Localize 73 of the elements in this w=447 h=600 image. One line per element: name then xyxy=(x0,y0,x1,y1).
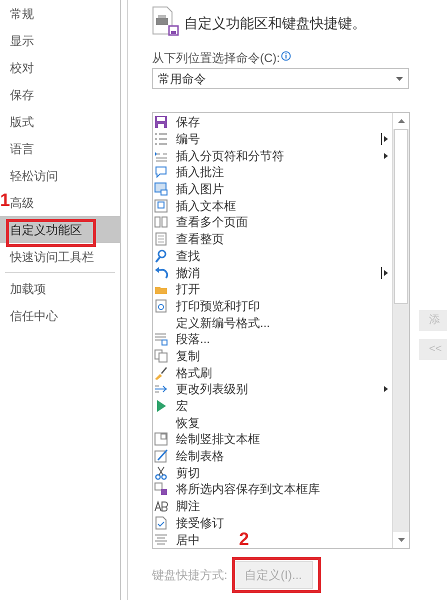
step-number: 1 xyxy=(0,191,10,209)
command-item[interactable]: 将所选内容保存到文本框库 xyxy=(176,480,320,498)
command-icon xyxy=(154,248,168,263)
section-title: 自定义功能区和键盘快捷键。 xyxy=(184,14,366,32)
command-item[interactable]: 打印预览和打印 xyxy=(176,296,260,315)
command-icon xyxy=(154,432,168,446)
split-submenu-arrow-icon xyxy=(381,266,388,279)
sidebar-item[interactable]: 高级 xyxy=(10,189,34,216)
sidebar-item[interactable]: 常规 xyxy=(10,0,34,27)
command-item[interactable]: 插入文本框 xyxy=(176,196,236,215)
command-source-dropdown[interactable]: 常用命令 xyxy=(152,68,409,89)
command-icon xyxy=(154,182,168,196)
command-icon xyxy=(154,232,168,246)
command-item[interactable]: 宏 xyxy=(176,397,188,416)
command-icon xyxy=(154,332,168,346)
command-item[interactable]: 段落... xyxy=(176,330,210,348)
command-icon xyxy=(154,499,168,514)
command-item[interactable]: 插入图片 xyxy=(176,180,224,198)
command-item[interactable]: 打开 xyxy=(176,280,200,298)
command-item[interactable]: 绘制表格 xyxy=(176,447,224,466)
sidebar-item[interactable]: 语言 xyxy=(10,135,34,162)
command-item[interactable]: 剪切 xyxy=(176,464,200,482)
sidebar-item[interactable]: 快速访问工具栏 xyxy=(10,243,94,270)
step-number: 2 xyxy=(239,530,250,548)
command-icon xyxy=(154,466,168,480)
command-item[interactable]: 脚注 xyxy=(176,497,200,516)
scroll-thumb[interactable] xyxy=(394,129,408,304)
command-item[interactable]: 查看多个页面 xyxy=(176,213,248,232)
command-item[interactable]: 恢复 xyxy=(176,414,200,432)
command-item[interactable]: 居中 xyxy=(176,530,200,548)
split-submenu-arrow-icon xyxy=(381,133,388,146)
sidebar-item[interactable]: 信任中心 xyxy=(10,302,58,329)
command-icon xyxy=(154,266,168,280)
sidebar-item[interactable]: 版式 xyxy=(10,108,34,135)
field-label: 从下列位置选择命令(C): xyxy=(152,50,280,67)
command-item[interactable]: 定义新编号格式... xyxy=(176,314,270,332)
command-icon xyxy=(154,348,168,363)
command-item[interactable]: 接受修订 xyxy=(176,514,224,532)
command-item[interactable]: 复制 xyxy=(176,346,200,365)
sidebar-item[interactable]: 校对 xyxy=(10,54,34,81)
sidebar-item[interactable]: 加载项 xyxy=(10,275,46,302)
command-icon xyxy=(154,516,168,530)
scroll-up-icon[interactable] xyxy=(398,119,404,123)
command-item[interactable]: 查看整页 xyxy=(176,230,224,248)
printer-document-icon xyxy=(152,6,180,36)
command-item[interactable]: 格式刷 xyxy=(176,364,212,382)
command-item[interactable]: 插入分页符和分节符 xyxy=(176,146,284,165)
command-icon xyxy=(154,132,168,146)
command-item[interactable]: 撤消 xyxy=(176,264,200,282)
command-icon xyxy=(154,449,168,464)
command-icon xyxy=(154,298,168,313)
sidebar-item[interactable]: 轻松访问 xyxy=(10,162,58,189)
sidebar-item[interactable]: 保存 xyxy=(10,81,34,108)
info-icon xyxy=(281,51,291,61)
command-item[interactable]: 绘制竖排文本框 xyxy=(176,430,260,448)
command-item[interactable]: 查找 xyxy=(176,246,200,265)
command-item[interactable]: 插入批注 xyxy=(176,163,224,182)
dropdown-arrow-icon xyxy=(396,76,403,80)
command-icon xyxy=(154,366,168,380)
command-icon xyxy=(154,532,168,547)
scrollbar[interactable] xyxy=(392,113,409,548)
command-item[interactable]: 更改列表级别 xyxy=(176,380,248,398)
command-icon xyxy=(154,399,168,414)
command-icon xyxy=(154,215,168,230)
command-item[interactable]: 编号 xyxy=(176,130,200,148)
command-icon xyxy=(154,482,168,496)
command-icon xyxy=(154,115,168,130)
command-icon xyxy=(154,198,168,213)
shortcut-label: 键盘快捷方式: xyxy=(152,567,228,584)
command-icon xyxy=(154,165,168,180)
scroll-down-icon[interactable] xyxy=(398,538,404,542)
command-item[interactable]: 保存 xyxy=(176,113,200,132)
sidebar-item[interactable]: 显示 xyxy=(10,27,34,54)
